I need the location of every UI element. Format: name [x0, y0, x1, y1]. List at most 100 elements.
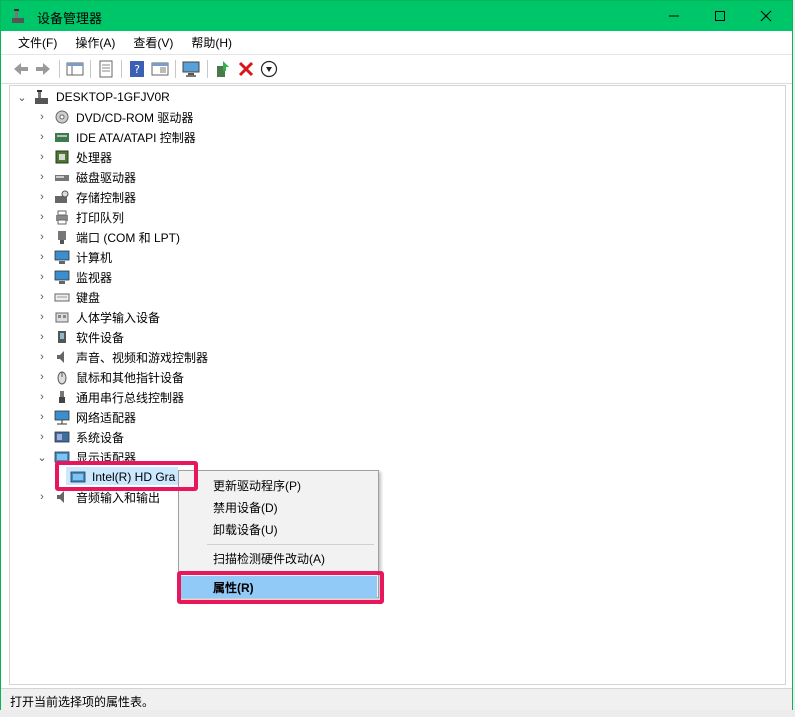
- title-bar[interactable]: 设备管理器: [1, 1, 792, 31]
- category-label: 处理器: [76, 150, 113, 165]
- tree-item-keyboard[interactable]: › 键盘: [10, 287, 100, 307]
- expand-chevron-icon[interactable]: ›: [36, 431, 48, 443]
- tree-item-printer[interactable]: › 打印队列: [10, 207, 124, 227]
- tree-item-monitor[interactable]: › 监视器: [10, 267, 112, 287]
- menu-update-driver[interactable]: 更新驱动程序(P): [180, 474, 377, 496]
- computer-icon: [54, 250, 70, 264]
- category-label: 鼠标和其他指针设备: [76, 370, 185, 385]
- menu-scan-hardware[interactable]: 扫描检测硬件改动(A): [180, 547, 377, 569]
- usb-icon: [59, 391, 65, 403]
- expand-chevron-icon[interactable]: ›: [36, 171, 48, 183]
- maximize-button[interactable]: [697, 1, 743, 31]
- disable-icon[interactable]: [260, 60, 278, 78]
- tree-item-hid[interactable]: › 人体学输入设备: [10, 307, 160, 327]
- expand-chevron-icon[interactable]: ›: [36, 371, 48, 383]
- expand-chevron-icon[interactable]: ›: [36, 351, 48, 363]
- keyboard-icon: [54, 293, 70, 302]
- context-menu: 更新驱动程序(P) 禁用设备(D) 卸载设备(U) 扫描检测硬件改动(A) 属性…: [178, 470, 379, 598]
- status-bar: 打开当前选择项的属性表。: [1, 688, 792, 710]
- tree-item-computer[interactable]: › 计算机: [10, 247, 112, 267]
- help-icon[interactable]: ?: [128, 60, 146, 78]
- uninstall-icon[interactable]: [237, 60, 255, 78]
- tree-item-dvd-drive[interactable]: › DVD/CD-ROM 驱动器: [10, 107, 193, 127]
- status-text: 打开当前选择项的属性表。: [10, 695, 155, 709]
- tree-item-port[interactable]: › 端口 (COM 和 LPT): [10, 227, 180, 247]
- menu-action[interactable]: 操作(A): [66, 34, 124, 51]
- tree-item-ide-controller[interactable]: › IDE ATA/ATAPI 控制器: [10, 127, 196, 147]
- category-label: 计算机: [76, 250, 113, 265]
- maximize-icon: [715, 11, 725, 21]
- minimize-button[interactable]: [651, 1, 697, 31]
- menu-file[interactable]: 文件(F): [9, 34, 66, 51]
- expand-chevron-icon[interactable]: ›: [36, 271, 48, 283]
- menu-properties[interactable]: 属性(R): [180, 576, 377, 598]
- ide-controller-icon: [55, 133, 69, 142]
- tree-item-processor[interactable]: › 处理器: [10, 147, 112, 167]
- disk-drive-icon: [55, 175, 69, 181]
- tree-item-network[interactable]: › 网络适配器: [10, 407, 136, 427]
- category-label: IDE ATA/ATAPI 控制器: [76, 130, 196, 145]
- category-label: 监视器: [76, 270, 113, 285]
- computer-root-icon: [35, 90, 48, 104]
- tree-item-system-device[interactable]: › 系统设备: [10, 427, 124, 447]
- menu-help[interactable]: 帮助(H): [182, 34, 241, 51]
- expand-chevron-icon[interactable]: ›: [36, 311, 48, 323]
- back-icon[interactable]: [12, 60, 30, 78]
- category-label: 磁盘驱动器: [76, 170, 137, 185]
- expand-chevron-icon[interactable]: ›: [36, 251, 48, 263]
- processor-icon: [55, 150, 69, 164]
- display-adapter-child-icon: [70, 471, 86, 483]
- hid-icon: [55, 312, 69, 323]
- expand-chevron-icon[interactable]: ›: [36, 491, 48, 503]
- tree-item-storage-controller[interactable]: › 存储控制器: [10, 187, 136, 207]
- expand-chevron-icon[interactable]: ›: [36, 131, 48, 143]
- tree-item-speaker[interactable]: › 声音、视频和游戏控制器: [10, 347, 208, 367]
- expand-chevron-icon[interactable]: ›: [36, 291, 48, 303]
- expand-chevron-icon[interactable]: ›: [36, 331, 48, 343]
- expand-chevron-icon[interactable]: ›: [36, 111, 48, 123]
- collapse-chevron-icon[interactable]: ⌄: [16, 91, 28, 104]
- expand-chevron-icon[interactable]: ›: [36, 391, 48, 403]
- display-adapter-icon: [54, 451, 70, 463]
- storage-controller-icon: [55, 190, 69, 203]
- category-label: 键盘: [76, 290, 101, 305]
- menu-separator-2: [207, 573, 374, 574]
- category-label: 打印队列: [76, 210, 125, 225]
- expand-chevron-icon[interactable]: ›: [36, 231, 48, 243]
- expand-chevron-icon[interactable]: ›: [36, 151, 48, 163]
- tree-root[interactable]: ⌄ DESKTOP-1GFJV0R: [10, 87, 170, 107]
- console-tree-icon[interactable]: [66, 60, 84, 78]
- view-icon[interactable]: [151, 60, 169, 78]
- menu-uninstall-device[interactable]: 卸载设备(U): [180, 518, 377, 540]
- expand-chevron-icon[interactable]: ›: [36, 411, 48, 423]
- tree-item-audio-io[interactable]: › 音频输入和输出: [10, 487, 160, 507]
- menu-bar: 文件(F) 操作(A) 查看(V) 帮助(H): [1, 31, 792, 53]
- collapse-chevron-icon[interactable]: ⌄: [36, 451, 48, 464]
- tree-item-intel-hd-graphics[interactable]: Intel(R) HD Gra: [70, 467, 175, 487]
- port-icon: [58, 231, 66, 244]
- forward-icon[interactable]: [34, 60, 52, 78]
- close-button[interactable]: [743, 1, 789, 31]
- device-tree[interactable]: ⌄ DESKTOP-1GFJV0R › DVD/CD-ROM 驱动器 › IDE AT…: [9, 85, 786, 685]
- tree-item-mouse[interactable]: › 鼠标和其他指针设备: [10, 367, 184, 387]
- tree-item-display-adapter[interactable]: ⌄ 显示适配器: [10, 447, 136, 467]
- network-icon: [54, 410, 70, 425]
- menu-view[interactable]: 查看(V): [124, 34, 182, 51]
- category-label: 软件设备: [76, 330, 125, 345]
- tree-item-usb[interactable]: › 通用串行总线控制器: [10, 387, 184, 407]
- properties-icon[interactable]: [97, 60, 115, 78]
- tree-item-disk-drive[interactable]: › 磁盘驱动器: [10, 167, 136, 187]
- tree-item-software-device[interactable]: › 软件设备: [10, 327, 124, 347]
- printer-icon: [56, 210, 68, 225]
- scan-hardware-icon[interactable]: [182, 60, 200, 78]
- update-driver-icon[interactable]: [214, 60, 232, 78]
- child-label: Intel(R) HD Gra: [92, 470, 176, 484]
- category-label: 系统设备: [76, 430, 125, 445]
- window-title: 设备管理器: [37, 11, 103, 26]
- category-label: 人体学输入设备: [76, 310, 161, 325]
- system-device-icon: [54, 431, 70, 443]
- expand-chevron-icon[interactable]: ›: [36, 191, 48, 203]
- menu-disable-device[interactable]: 禁用设备(D): [180, 496, 377, 518]
- expand-chevron-icon[interactable]: ›: [36, 211, 48, 223]
- category-label: 通用串行总线控制器: [76, 390, 185, 405]
